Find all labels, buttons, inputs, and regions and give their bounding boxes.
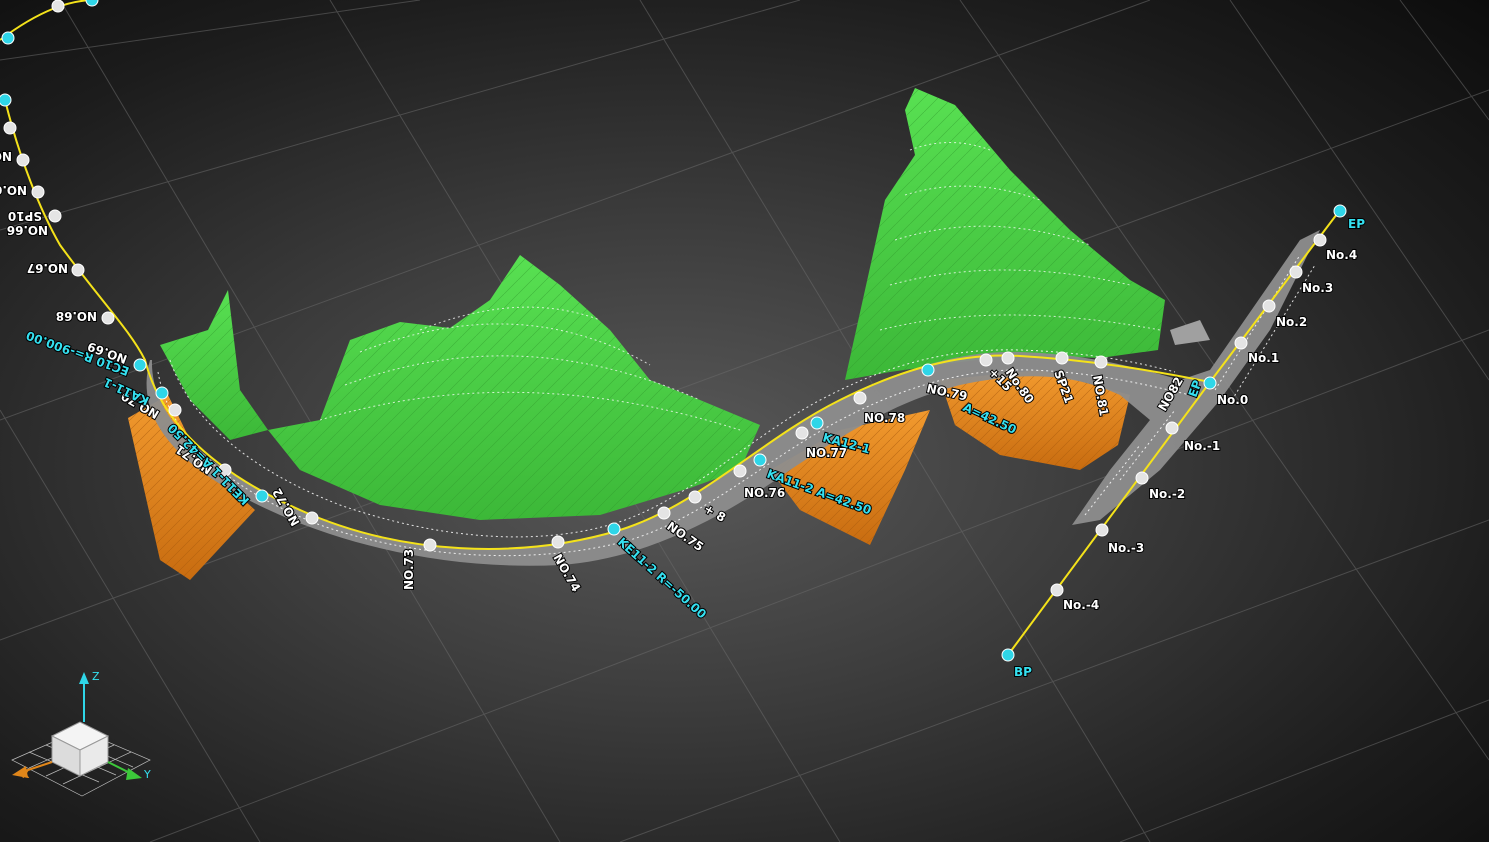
station-label: No.-2 [1149, 487, 1185, 501]
station-label: NO.76 [744, 486, 785, 500]
station-label: SP10 [8, 209, 42, 223]
road-surface [146, 230, 1321, 566]
station-label: No.-4 [1063, 598, 1099, 612]
station-label: No.-1 [1184, 439, 1220, 453]
station-label: NO.67 [27, 261, 68, 275]
key-label-bp: BP [1014, 665, 1032, 679]
station-label: NO.6 [0, 183, 27, 197]
station-label: NO.66 [7, 223, 48, 237]
station-label: No.0 [1217, 393, 1248, 407]
station-label: NO.68 [56, 309, 97, 323]
key-label-ep: EP [1348, 217, 1365, 231]
station-label: No.1 [1248, 351, 1279, 365]
station-label: No.2 [1276, 315, 1307, 329]
station-label: No.3 [1302, 281, 1333, 295]
station-label: NO. [0, 149, 12, 163]
station-label: NO.78 [864, 411, 905, 425]
station-label: No.4 [1326, 248, 1357, 262]
y-axis-label: Y [143, 768, 151, 781]
z-axis-label: Z [92, 670, 100, 683]
station-label: NO.73 [402, 549, 416, 590]
3d-road-viewport[interactable]: NO. NO.6 SP10 NO.66 NO.67 NO.68 NO.69 NO… [0, 0, 1489, 842]
view-cube-widget[interactable]: Z X Y [11, 670, 151, 797]
station-label: No.-3 [1108, 541, 1144, 555]
x-axis-label: X [22, 768, 30, 781]
